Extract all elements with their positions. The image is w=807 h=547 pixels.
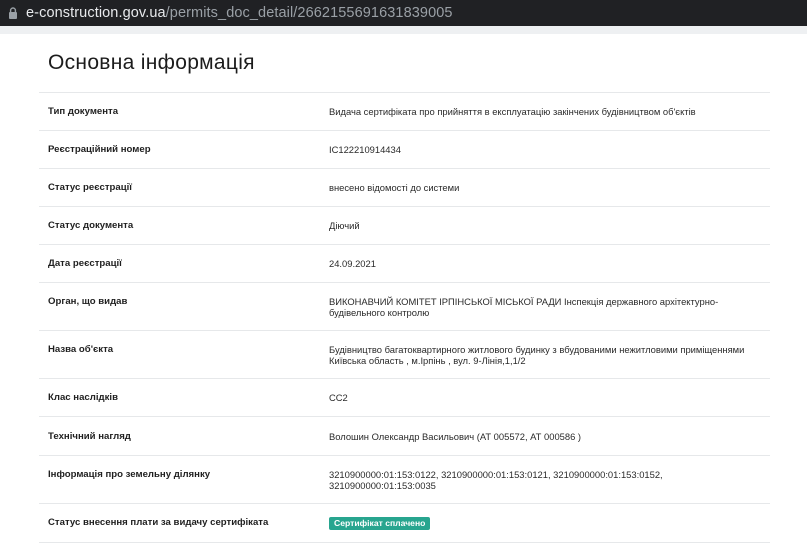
row-value: Діючий — [329, 220, 360, 231]
lock-icon[interactable] — [6, 6, 20, 20]
row-value: Будівництво багатоквартирного житлового … — [329, 344, 745, 366]
info-row-registration-number: Реєстраційний номер ІС122210914434 — [39, 131, 770, 169]
row-value: Видача сертифіката про прийняття в експл… — [329, 106, 696, 117]
row-label: Назва об'єкта — [48, 344, 114, 355]
row-value: Волошин Олександр Васильович (АТ 005572,… — [329, 431, 582, 442]
status-badge: Сертифікат сплачено — [329, 517, 431, 530]
row-label: Статус внесення плати за видачу сертифік… — [48, 517, 269, 528]
row-value: внесено відомості до системи — [329, 182, 460, 193]
info-row-issuing-authority: Орган, що видав ВИКОНАВЧИЙ КОМІТЕТ ІРПІН… — [39, 283, 770, 331]
row-label: Тип документа — [48, 106, 119, 117]
row-value: 3210900000:01:153:0122, 3210900000:01:15… — [329, 469, 663, 491]
info-row-consequence-class: Клас наслідків СС2 — [39, 379, 770, 417]
row-label: Клас наслідків — [48, 392, 118, 403]
info-row-registration-status: Статус реєстрації внесено відомості до с… — [39, 169, 770, 207]
row-value: ВИКОНАВЧИЙ КОМІТЕТ ІРПІНСЬКОЇ МІСЬКОЇ РА… — [329, 296, 719, 318]
row-label: Статус документа — [48, 220, 134, 231]
page-content: Основна інформація Тип документа Видача … — [0, 26, 807, 547]
url-domain: e-construction.gov.ua — [26, 5, 166, 21]
row-label: Статус реєстрації — [48, 182, 132, 193]
row-value: ІС122210914434 — [329, 144, 401, 155]
row-label: Дата реєстрації — [48, 258, 122, 269]
url-path: /permits_doc_detail/2662155691631839005 — [165, 5, 453, 21]
info-row-object-name: Назва об'єкта Будівництво багатоквартирн… — [39, 331, 770, 379]
info-row-fee-status: Статус внесення плати за видачу сертифік… — [39, 504, 770, 543]
row-label: Орган, що видав — [48, 296, 128, 307]
row-label: Інформація про земельну ділянку — [48, 469, 211, 480]
info-row-registration-date: Дата реєстрації 24.09.2021 — [39, 245, 770, 283]
row-value: СС2 — [329, 392, 348, 403]
address-bar[interactable]: e-construction.gov.ua/permits_doc_detail… — [0, 0, 807, 26]
header-strip — [0, 26, 807, 34]
info-row-document-type: Тип документа Видача сертифіката про при… — [39, 93, 770, 131]
url-text[interactable]: e-construction.gov.ua/permits_doc_detail… — [26, 5, 453, 21]
row-value: Сертифікат сплачено — [329, 517, 770, 530]
info-row-document-status: Статус документа Діючий — [39, 207, 770, 245]
row-value: 24.09.2021 — [329, 258, 376, 269]
page-title: Основна інформація — [48, 51, 255, 74]
row-label: Реєстраційний номер — [48, 144, 151, 155]
info-table: Тип документа Видача сертифіката про при… — [39, 92, 770, 543]
info-row-technical-supervision: Технічний нагляд Волошин Олександр Васил… — [39, 417, 770, 456]
info-row-land-plot: Інформація про земельну ділянку 32109000… — [39, 456, 770, 504]
row-label: Технічний нагляд — [48, 431, 131, 442]
